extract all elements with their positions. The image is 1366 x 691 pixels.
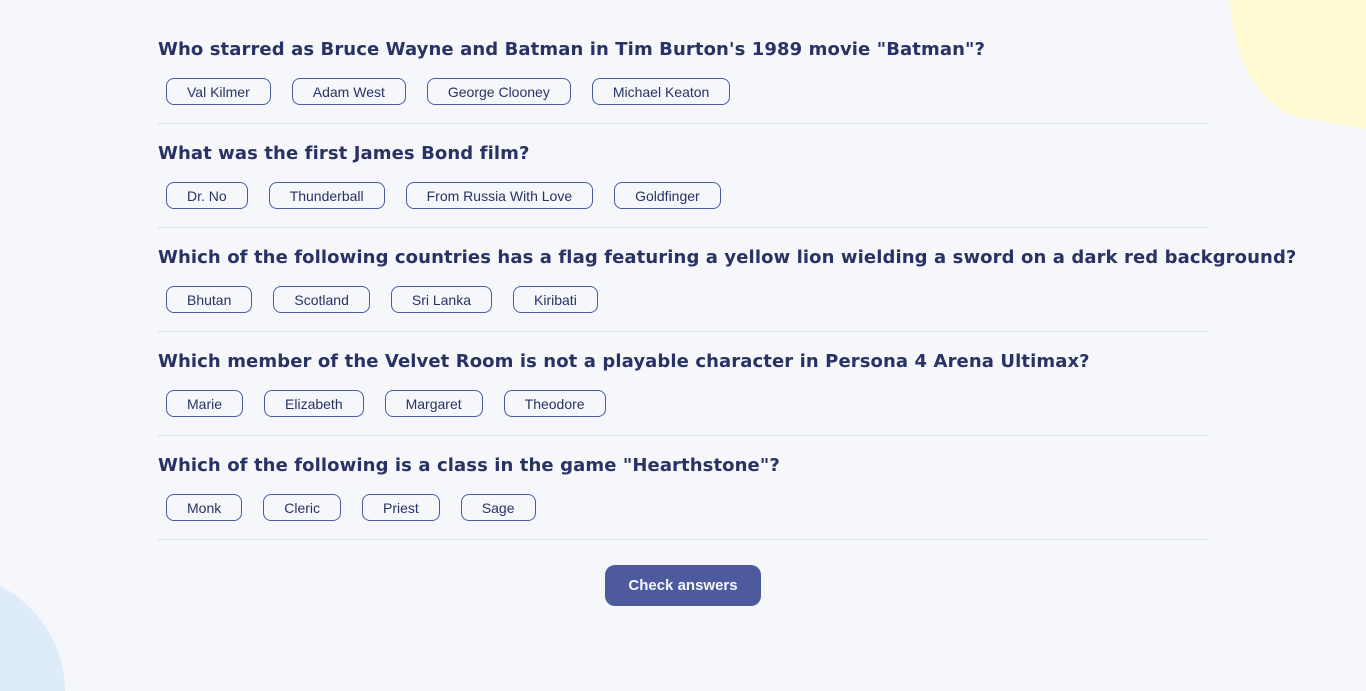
question-block: Which of the following is a class in the… [158,444,1208,540]
question-block: Who starred as Bruce Wayne and Batman in… [158,28,1208,124]
answer-button[interactable]: Dr. No [166,182,248,209]
question-text: Which of the following countries has a f… [158,247,1297,268]
answer-options: Monk Cleric Priest Sage [158,494,1208,521]
question-text: What was the first James Bond film? [158,143,530,164]
quiz-list: Who starred as Bruce Wayne and Batman in… [158,28,1297,548]
check-answers-button[interactable]: Check answers [605,565,761,606]
answer-button[interactable]: From Russia With Love [405,182,594,209]
answer-button[interactable]: Theodore [503,390,606,417]
answer-button[interactable]: Marie [166,390,244,417]
question-text: Which member of the Velvet Room is not a… [158,351,1090,372]
question-text: Which of the following is a class in the… [158,455,780,476]
answer-button[interactable]: Margaret [384,390,483,417]
answer-button[interactable]: Monk [166,494,243,521]
decorative-blob-blue [0,571,65,691]
answer-options: Val Kilmer Adam West George Clooney Mich… [158,78,1208,105]
question-block: What was the first James Bond film? Dr. … [158,132,1208,228]
answer-options: Bhutan Scotland Sri Lanka Kiribati [158,286,1208,313]
question-block: Which member of the Velvet Room is not a… [158,340,1208,436]
answer-button[interactable]: Michael Keaton [591,78,731,105]
decorative-blob-yellow [1204,0,1366,136]
answer-options: Marie Elizabeth Margaret Theodore [158,390,1208,417]
answer-options: Dr. No Thunderball From Russia With Love… [158,182,1208,209]
answer-button[interactable]: George Clooney [426,78,571,105]
answer-button[interactable]: Elizabeth [264,390,364,417]
answer-button[interactable]: Priest [362,494,440,521]
answer-button[interactable]: Cleric [263,494,342,521]
answer-button[interactable]: Kiribati [513,286,598,313]
answer-button[interactable]: Sri Lanka [390,286,493,313]
answer-button[interactable]: Scotland [273,286,370,313]
question-text: Who starred as Bruce Wayne and Batman in… [158,39,986,60]
question-block: Which of the following countries has a f… [158,236,1297,332]
answer-button[interactable]: Bhutan [166,286,253,313]
answer-button[interactable]: Goldfinger [614,182,721,209]
answer-button[interactable]: Sage [460,494,536,521]
answer-button[interactable]: Val Kilmer [166,78,271,105]
answer-button[interactable]: Thunderball [268,182,385,209]
answer-button[interactable]: Adam West [291,78,406,105]
